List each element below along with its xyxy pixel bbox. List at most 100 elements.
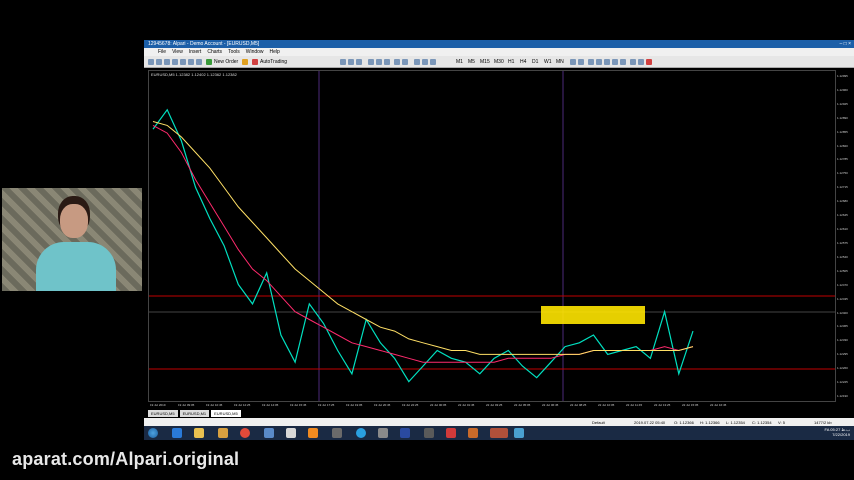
- metatrader-taskbar-icon[interactable]: [490, 428, 508, 438]
- fibonacci-icon[interactable]: [620, 59, 626, 65]
- vlc-icon[interactable]: [308, 428, 318, 438]
- autoscroll-icon[interactable]: [402, 59, 408, 65]
- navigator-icon[interactable]: [180, 59, 186, 65]
- maximize-button[interactable]: □: [844, 41, 847, 47]
- price-tick-label: 1.12925: [837, 101, 848, 106]
- time-tick-label: 22 Jul 03:25: [486, 403, 503, 407]
- time-tick-label: 22 Jul 16:45: [710, 403, 727, 407]
- profiles-icon[interactable]: [156, 59, 162, 65]
- indicators-icon[interactable]: [414, 59, 420, 65]
- document-icon[interactable]: [264, 428, 274, 438]
- chart-tab[interactable]: EURUSD,M5: [148, 410, 178, 417]
- tf-m1[interactable]: M1: [456, 56, 463, 68]
- time-tick-label: 22 Jul 01:45: [458, 403, 475, 407]
- tester-icon[interactable]: [196, 59, 202, 65]
- time-tick-label: 22 Jul 15:05: [682, 403, 699, 407]
- periods-icon[interactable]: [422, 59, 428, 65]
- text-tool-icon[interactable]: [630, 59, 636, 65]
- status-high: H: 1.12366: [700, 420, 720, 425]
- data-window-icon[interactable]: [172, 59, 178, 65]
- menu-window[interactable]: Window: [246, 48, 264, 56]
- status-profile: Default: [592, 420, 605, 425]
- system-clock[interactable]: FA 05:27 ب.ظ 7/22/2019: [825, 427, 851, 437]
- auto-trading-button[interactable]: AutoTrading: [260, 56, 287, 68]
- horizontal-line-icon[interactable]: [596, 59, 602, 65]
- tf-h4[interactable]: H4: [520, 56, 526, 68]
- menu-tools[interactable]: Tools: [228, 48, 240, 56]
- app-icon[interactable]: [332, 428, 342, 438]
- app-icon[interactable]: [378, 428, 388, 438]
- price-tick-label: 1.12190: [837, 394, 848, 398]
- price-tick-label: 1.12960: [837, 87, 848, 92]
- explorer-icon[interactable]: [194, 428, 204, 438]
- tf-w1[interactable]: W1: [544, 56, 552, 68]
- media-icon[interactable]: [218, 428, 228, 438]
- chart-shift-icon[interactable]: [394, 59, 400, 65]
- app-icon[interactable]: [514, 428, 524, 438]
- tf-m30[interactable]: M30: [494, 56, 504, 68]
- start-button-icon[interactable]: [148, 428, 158, 438]
- bar-chart-icon[interactable]: [340, 59, 346, 65]
- text-label-icon[interactable]: [638, 59, 644, 65]
- time-tick-label: 22 Jul 10:05: [598, 403, 615, 407]
- channel-icon[interactable]: [612, 59, 618, 65]
- candles-icon[interactable]: [348, 59, 354, 65]
- terminal-icon[interactable]: [188, 59, 194, 65]
- auto-trading-icon[interactable]: [252, 59, 258, 65]
- chart-tab[interactable]: EURUSD,M1: [179, 410, 210, 417]
- market-watch-icon[interactable]: [164, 59, 170, 65]
- price-scale[interactable]: 1.12995 1.12960 1.12925 1.12890 1.12855 1.128…: [836, 70, 850, 402]
- new-chart-icon[interactable]: [148, 59, 154, 65]
- photoshop-icon[interactable]: [400, 428, 410, 438]
- app-icon[interactable]: [286, 428, 296, 438]
- window-titlebar: 12945678: Alpari - Demo Account - [EURUS…: [144, 40, 854, 48]
- menu-help[interactable]: Help: [270, 48, 280, 56]
- language-indicator[interactable]: FA: [825, 427, 830, 432]
- tf-h1[interactable]: H1: [508, 56, 514, 68]
- minimize-button[interactable]: –: [839, 41, 842, 47]
- menu-insert[interactable]: Insert: [189, 48, 202, 56]
- ie-icon[interactable]: [172, 428, 182, 438]
- windows-taskbar: FA 05:27 ب.ظ 7/22/2019: [144, 426, 854, 440]
- chrome-icon[interactable]: [240, 428, 250, 438]
- app-icon[interactable]: [424, 428, 434, 438]
- price-chart[interactable]: [149, 71, 835, 401]
- new-order-icon[interactable]: [206, 59, 212, 65]
- chart-tab-active[interactable]: EURUSD,M5: [211, 410, 241, 417]
- zoom-in-icon[interactable]: [368, 59, 374, 65]
- time-tick-label: 19 Jul 17:25: [318, 403, 335, 407]
- meta-editor-icon[interactable]: [242, 59, 248, 65]
- templates-icon[interactable]: [430, 59, 436, 65]
- tf-d1[interactable]: D1: [532, 56, 538, 68]
- tf-mn[interactable]: MN: [556, 56, 564, 68]
- chart-area[interactable]: EURUSD,M5 1.12382 1.12402 1.12362 1.1238…: [148, 70, 836, 402]
- price-tick-label: 1.12715: [837, 185, 848, 190]
- window-controls[interactable]: – □ ×: [839, 40, 851, 48]
- tf-m15[interactable]: M15: [480, 56, 490, 68]
- line-chart-icon[interactable]: [356, 59, 362, 65]
- status-low: L: 1.12354: [726, 420, 745, 425]
- cursor-icon[interactable]: [570, 59, 576, 65]
- menu-view[interactable]: View: [172, 48, 183, 56]
- watermark: aparat.com/Alpari.original: [12, 449, 240, 469]
- app-icon[interactable]: [446, 428, 456, 438]
- tf-m5[interactable]: M5: [468, 56, 475, 68]
- price-tick-label: 1.12995: [837, 74, 848, 78]
- telegram-icon[interactable]: [356, 428, 366, 438]
- close-button[interactable]: ×: [848, 41, 851, 47]
- menu-file[interactable]: File: [158, 48, 166, 56]
- zoom-out-icon[interactable]: [376, 59, 382, 65]
- vertical-line-icon[interactable]: [588, 59, 594, 65]
- new-order-button[interactable]: New Order: [214, 56, 238, 68]
- price-tick-label: 1.12750: [837, 171, 848, 176]
- crosshair-icon[interactable]: [578, 59, 584, 65]
- time-tick-label: 19 Jul 09:05: [178, 403, 195, 407]
- status-datetime: 2019.07.22 05:40: [634, 420, 666, 425]
- menu-charts[interactable]: Charts: [207, 48, 222, 56]
- presenter-body: [36, 242, 116, 291]
- arrows-icon[interactable]: [646, 59, 652, 65]
- tile-windows-icon[interactable]: [384, 59, 390, 65]
- app-icon[interactable]: [468, 428, 478, 438]
- trendline-icon[interactable]: [604, 59, 610, 65]
- time-tick-label: 19 Jul 20:45: [374, 403, 391, 407]
